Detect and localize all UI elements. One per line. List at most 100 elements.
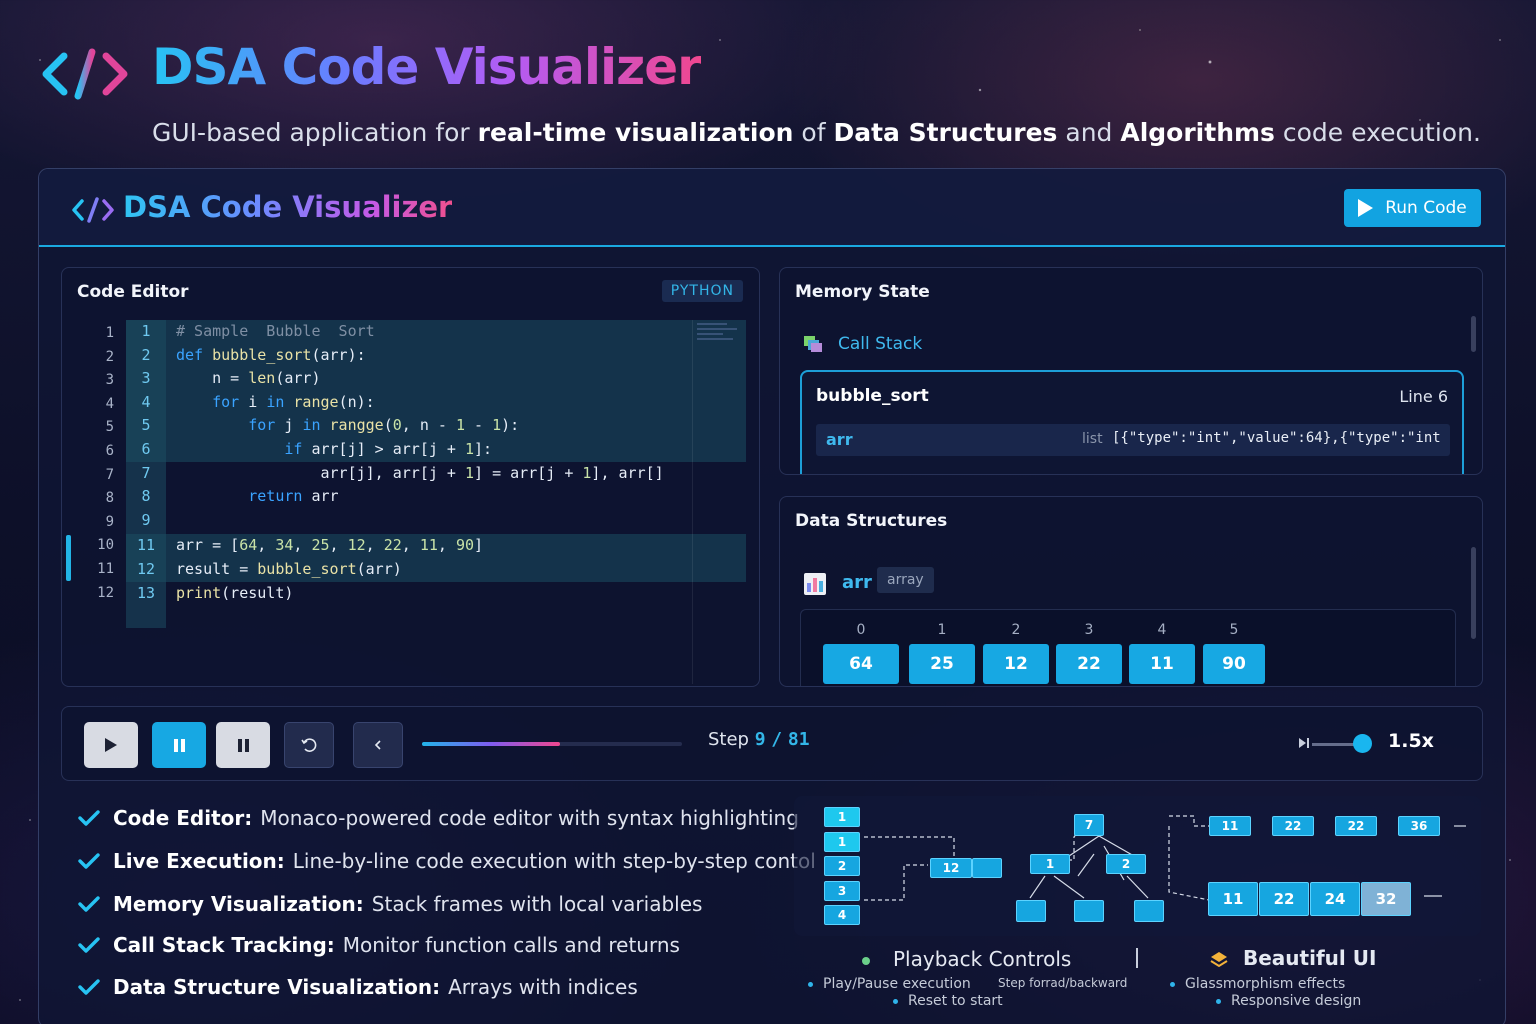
app-title: DSA Code Visualizer [123, 190, 453, 224]
pointer-node-tail [972, 858, 1002, 878]
outer-line-numbers: 1 2 3 4 5 6 7 8 9 10 11 12 [80, 322, 120, 605]
code-line-text: arr[j], arr[j + 1] = arr[j + 1], arr[] [176, 463, 664, 482]
progress-fill [422, 742, 560, 746]
feature-title: Call Stack Tracking: Monitor function cal… [113, 933, 680, 957]
code-line[interactable]: 4 for i in range(n): [126, 390, 746, 415]
step-button[interactable] [216, 722, 270, 768]
code-line-text: for j in rangge(0, n - 1 - 1): [248, 416, 520, 435]
array-value: 64 [823, 644, 899, 684]
array-index: 0 [856, 622, 866, 638]
code-line-text: result = bubble_sort(arr) [176, 560, 402, 578]
tree-node: 1 [1030, 854, 1070, 874]
array-node: 24 [1310, 882, 1360, 916]
tree-leaf [1134, 900, 1164, 922]
caption-item: Glassmorphism effects [1170, 976, 1345, 992]
code-line[interactable]: 11 arr = [64, 34, 25, 12, 22, 11, 90] [126, 534, 746, 558]
array-node: 22 [1259, 882, 1309, 916]
reset-icon [301, 738, 317, 752]
tree-node: 7 [1074, 814, 1104, 836]
tree-leaf [1016, 900, 1046, 922]
stack-node: 3 [824, 880, 860, 901]
caption-item: Step forrad/backward [998, 976, 1128, 990]
progress-track[interactable] [422, 742, 682, 746]
code-line[interactable]: 1 # Sample Bubble Sort [126, 320, 746, 344]
checkmark-icon [78, 853, 100, 869]
data-structures-scrollbar[interactable] [1471, 547, 1476, 639]
array-value: 22 [1056, 644, 1122, 684]
hero-subtitle: GUI-based application for real-time visu… [152, 118, 1481, 147]
pause-button[interactable] [152, 722, 206, 768]
feature-description: Monitor function calls and returns [342, 933, 680, 957]
step-back-button[interactable] [353, 722, 403, 768]
code-line[interactable]: 9 [126, 509, 166, 533]
reset-button[interactable] [284, 722, 334, 768]
code-line-number: 1 [141, 322, 151, 340]
caption-item: Play/Pause execution [808, 976, 971, 992]
array-value: 90 [1203, 644, 1265, 684]
line-number: 9 [105, 513, 114, 530]
code-line[interactable]: 13 print(result) [126, 582, 293, 606]
language-badge[interactable]: PYTHON [661, 280, 743, 302]
checkmark-icon [78, 810, 100, 826]
feature-item: Memory Visualization: Stack frames with l… [78, 890, 798, 922]
run-code-button[interactable]: Run Code [1344, 189, 1481, 227]
array-cell[interactable]: 0 64 [823, 622, 899, 686]
memory-scrollbar[interactable] [1471, 316, 1476, 352]
code-editor[interactable]: 1 # Sample Bubble Sort 2 def bubble_sort(ar… [126, 320, 750, 680]
editor-minimap[interactable] [692, 320, 750, 684]
line-number: 10 [97, 537, 114, 554]
code-line[interactable]: 3 n = len(arr) [126, 367, 746, 391]
call-stack-label[interactable]: Call Stack [838, 334, 922, 354]
code-line-text: return arr [248, 487, 339, 506]
stack-node: 1 [824, 831, 860, 852]
array-cell[interactable]: 2 12 [983, 622, 1049, 686]
code-line-number: 8 [141, 487, 151, 506]
chevron-left-icon [374, 740, 381, 750]
linked-list-node: 11 [1209, 816, 1251, 836]
run-code-label: Run Code [1385, 198, 1467, 218]
memory-state-title: Memory State [795, 282, 930, 302]
array-node: 11 [1208, 882, 1258, 916]
line-number: 4 [105, 395, 114, 412]
variable-row[interactable]: arr list [{"type":"int","value":64},{"ty… [816, 424, 1450, 456]
array-cell[interactable]: 1 25 [909, 622, 975, 686]
code-editor-title: Code Editor [77, 282, 189, 302]
array-index: 1 [937, 622, 947, 638]
code-line-text: def bubble_sort(arr): [176, 345, 366, 364]
stack-frame[interactable]: bubble_sort Line 6 arr list [{"type":"in… [800, 370, 1464, 474]
array-node: 32 [1361, 882, 1411, 916]
code-line[interactable]: 2 def bubble_sort(arr): [126, 343, 746, 368]
code-line-number: 9 [141, 510, 151, 529]
code-line[interactable]: 8 return arr [126, 485, 338, 509]
line-number: 8 [105, 490, 114, 507]
ui-caption: Beautiful UI [1243, 946, 1377, 970]
line-number: 7 [105, 466, 114, 483]
play-icon [1358, 199, 1374, 217]
code-line-number: 3 [141, 369, 151, 388]
play-button[interactable] [84, 722, 138, 768]
array-view: 0 64 1 25 2 12 3 22 4 11 5 90 [800, 609, 1456, 686]
speed-slider-handle[interactable] [1353, 734, 1372, 753]
hero-banner: DSA Code Visualizer GUI-based applicatio… [40, 30, 1500, 160]
feature-item: Call Stack Tracking: Monitor function cal… [78, 931, 798, 963]
array-index: 3 [1084, 622, 1094, 638]
code-line[interactable]: 5 for j in rangge(0, n - 1 - 1): [126, 414, 746, 438]
pointer-node: 12 [930, 858, 972, 878]
array-cell[interactable]: 4 11 [1129, 622, 1195, 686]
step-counter: Step 9 / 81 [708, 729, 810, 750]
array-cell[interactable]: 5 90 [1203, 622, 1265, 686]
skip-end-icon[interactable] [1298, 736, 1310, 750]
feature-item: Live Execution: Line-by-line code executi… [78, 847, 816, 879]
line-number: 1 [105, 325, 114, 341]
code-line[interactable]: 12 result = bubble_sort(arr) [126, 558, 746, 582]
array-cell[interactable]: 3 22 [1056, 622, 1122, 686]
feature-item: Code Editor: Monaco-powered code editor w… [78, 804, 799, 836]
array-value: 12 [983, 644, 1049, 684]
checkmark-icon [78, 896, 100, 912]
caption-divider [1136, 948, 1138, 968]
linked-list-node: 22 [1272, 816, 1314, 836]
caption-item: Responsive design [1216, 993, 1361, 1009]
code-line[interactable]: 7 arr[j], arr[j + 1] = arr[j + 1], arr[] [126, 462, 663, 486]
code-line[interactable]: 6 if arr[j] > arr[j + 1]: [126, 438, 746, 462]
data-structure-diagram: 11234 12 7 1 2 11 22 22 36 11 22 24 32 [794, 796, 1481, 936]
